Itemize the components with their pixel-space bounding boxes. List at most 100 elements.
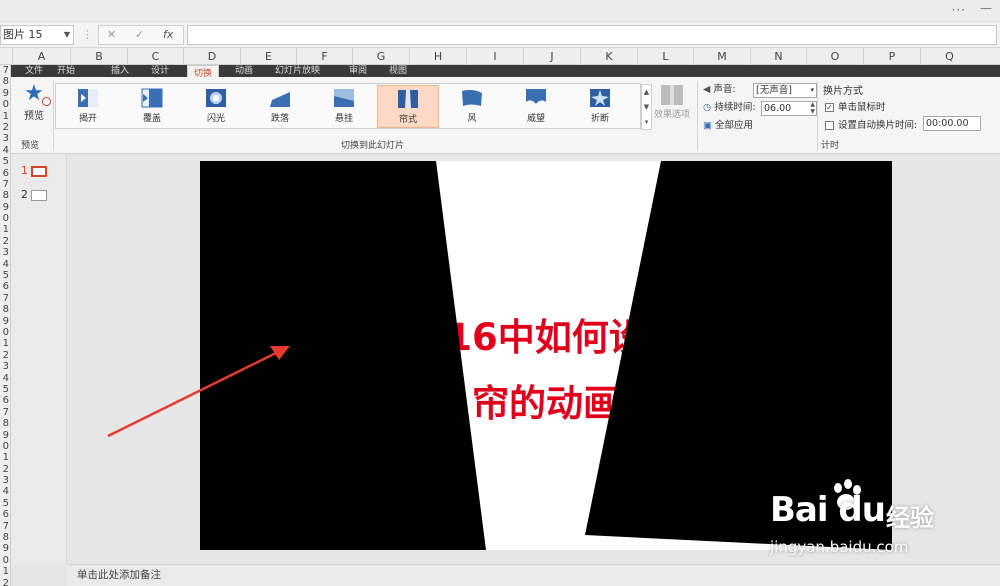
row-header[interactable]: 7	[0, 179, 10, 190]
column-header[interactable]: C	[127, 48, 183, 65]
column-header[interactable]: L	[637, 48, 693, 65]
scroll-up-icon[interactable]: ▲	[642, 85, 651, 100]
column-header[interactable]: F	[296, 48, 352, 65]
column-header[interactable]: D	[183, 48, 240, 65]
row-header[interactable]: 1	[0, 566, 10, 577]
ribbon-tab[interactable]: 插入	[111, 65, 129, 76]
preview-button[interactable]: ★ 预览	[15, 83, 53, 129]
row-header[interactable]: 6	[0, 509, 10, 520]
minimize-button[interactable]: —	[980, 1, 994, 15]
column-header[interactable]: B	[70, 48, 127, 65]
transition-wind[interactable]: 风	[441, 85, 503, 128]
row-header[interactable]: 9	[0, 430, 10, 441]
column-header[interactable]: Q	[920, 48, 978, 65]
transition-drape[interactable]: 悬挂	[313, 85, 375, 128]
column-header[interactable]: E	[240, 48, 296, 65]
row-header[interactable]: 9	[0, 316, 10, 327]
ribbon-tab[interactable]: 设计	[151, 65, 169, 76]
row-header[interactable]: 8	[0, 418, 10, 429]
row-header[interactable]: 7	[0, 293, 10, 304]
column-header[interactable]: G	[352, 48, 409, 65]
row-header[interactable]: 0	[0, 99, 10, 110]
row-header[interactable]: 4	[0, 373, 10, 384]
ribbon-tab[interactable]: 文件	[25, 65, 43, 76]
row-header[interactable]: 2	[0, 350, 10, 361]
thumbnail-2[interactable]: 2	[21, 188, 47, 201]
row-header[interactable]: 6	[0, 395, 10, 406]
on-click-option[interactable]: ✓ 单击鼠标时	[825, 99, 886, 113]
row-header[interactable]: 5	[0, 270, 10, 281]
effect-options-button[interactable]: 效果选项	[651, 83, 693, 129]
column-header[interactable]: K	[580, 48, 637, 65]
more-options-icon[interactable]: ···	[952, 3, 966, 17]
row-header[interactable]: 8	[0, 532, 10, 543]
sound-select[interactable]: [无声音] ▾	[753, 83, 817, 98]
after-option[interactable]: 设置自动换片时间:	[825, 117, 917, 131]
row-header[interactable]: 0	[0, 441, 10, 452]
row-header[interactable]: 5	[0, 156, 10, 167]
row-header[interactable]: 8	[0, 76, 10, 87]
after-checkbox[interactable]	[825, 121, 834, 130]
ribbon-tab[interactable]: 视图	[389, 65, 407, 76]
column-header[interactable]: O	[806, 48, 863, 65]
transition-cover[interactable]: 覆盖	[121, 85, 183, 128]
row-header[interactable]: 4	[0, 486, 10, 497]
row-header[interactable]: 9	[0, 202, 10, 213]
thumbnail-1[interactable]: 1	[21, 164, 47, 177]
column-header[interactable]: H	[409, 48, 466, 65]
row-header[interactable]: 9	[0, 543, 10, 554]
ribbon-tab[interactable]: 开始	[57, 65, 75, 76]
row-header[interactable]: 3	[0, 133, 10, 144]
row-header[interactable]: 7	[0, 65, 10, 76]
row-header[interactable]: 2	[0, 578, 10, 586]
row-header[interactable]: 7	[0, 407, 10, 418]
row-header[interactable]: 1	[0, 224, 10, 235]
transition-curtains[interactable]: 帘式	[377, 85, 439, 128]
row-header[interactable]: 8	[0, 304, 10, 315]
transition-fracture[interactable]: 折断	[569, 85, 631, 128]
row-header[interactable]: 0	[0, 555, 10, 566]
row-header[interactable]: 4	[0, 259, 10, 270]
row-header[interactable]: 3	[0, 475, 10, 486]
row-header[interactable]: 5	[0, 498, 10, 509]
row-header[interactable]: 3	[0, 361, 10, 372]
row-header[interactable]: 0	[0, 327, 10, 338]
row-header[interactable]: 0	[0, 213, 10, 224]
transition-prestige[interactable]: 威望	[505, 85, 567, 128]
row-header[interactable]: 6	[0, 281, 10, 292]
ribbon-tab[interactable]: 审阅	[349, 65, 367, 76]
row-header[interactable]: 2	[0, 236, 10, 247]
column-header[interactable]: M	[693, 48, 750, 65]
formula-input[interactable]	[187, 25, 997, 45]
row-header[interactable]: 8	[0, 190, 10, 201]
apply-all-button[interactable]: ▣ 全部应用	[703, 118, 753, 134]
ribbon-tab[interactable]: 动画	[235, 65, 253, 76]
row-header[interactable]: 1	[0, 111, 10, 122]
row-header[interactable]: 1	[0, 452, 10, 463]
transition-flash[interactable]: 闪光	[185, 85, 247, 128]
scroll-down-icon[interactable]: ▼	[642, 100, 651, 115]
chevron-down-icon[interactable]: ▾	[810, 84, 814, 97]
gallery-expand-icon[interactable]: ▾	[642, 115, 651, 130]
duration-input[interactable]: 06.00 ▲ ▼	[761, 101, 817, 116]
ribbon-tab[interactable]: 切换	[187, 65, 220, 77]
transition-uncover[interactable]: 揭开	[57, 85, 119, 128]
row-header[interactable]: 2	[0, 122, 10, 133]
cancel-icon[interactable]: ✕	[107, 28, 116, 41]
row-header[interactable]: 2	[0, 464, 10, 475]
column-header[interactable]: J	[523, 48, 580, 65]
column-header[interactable]: I	[466, 48, 523, 65]
chevron-down-icon[interactable]: ▼	[64, 26, 70, 44]
name-box[interactable]: 图片 15 ▼	[0, 25, 74, 45]
column-header[interactable]: N	[750, 48, 806, 65]
insert-function-icon[interactable]: fx	[163, 28, 173, 41]
row-header[interactable]: 3	[0, 247, 10, 258]
ribbon-tab[interactable]: 幻灯片放映	[275, 65, 320, 76]
column-header[interactable]: A	[12, 48, 70, 65]
after-time-input[interactable]: 00:00.00	[923, 116, 981, 131]
confirm-icon[interactable]: ✓	[135, 28, 144, 41]
row-header[interactable]: 6	[0, 168, 10, 179]
spinner-icon[interactable]: ▲ ▼	[810, 101, 815, 115]
row-header[interactable]: 5	[0, 384, 10, 395]
transition-fall-over[interactable]: 跌落	[249, 85, 311, 128]
